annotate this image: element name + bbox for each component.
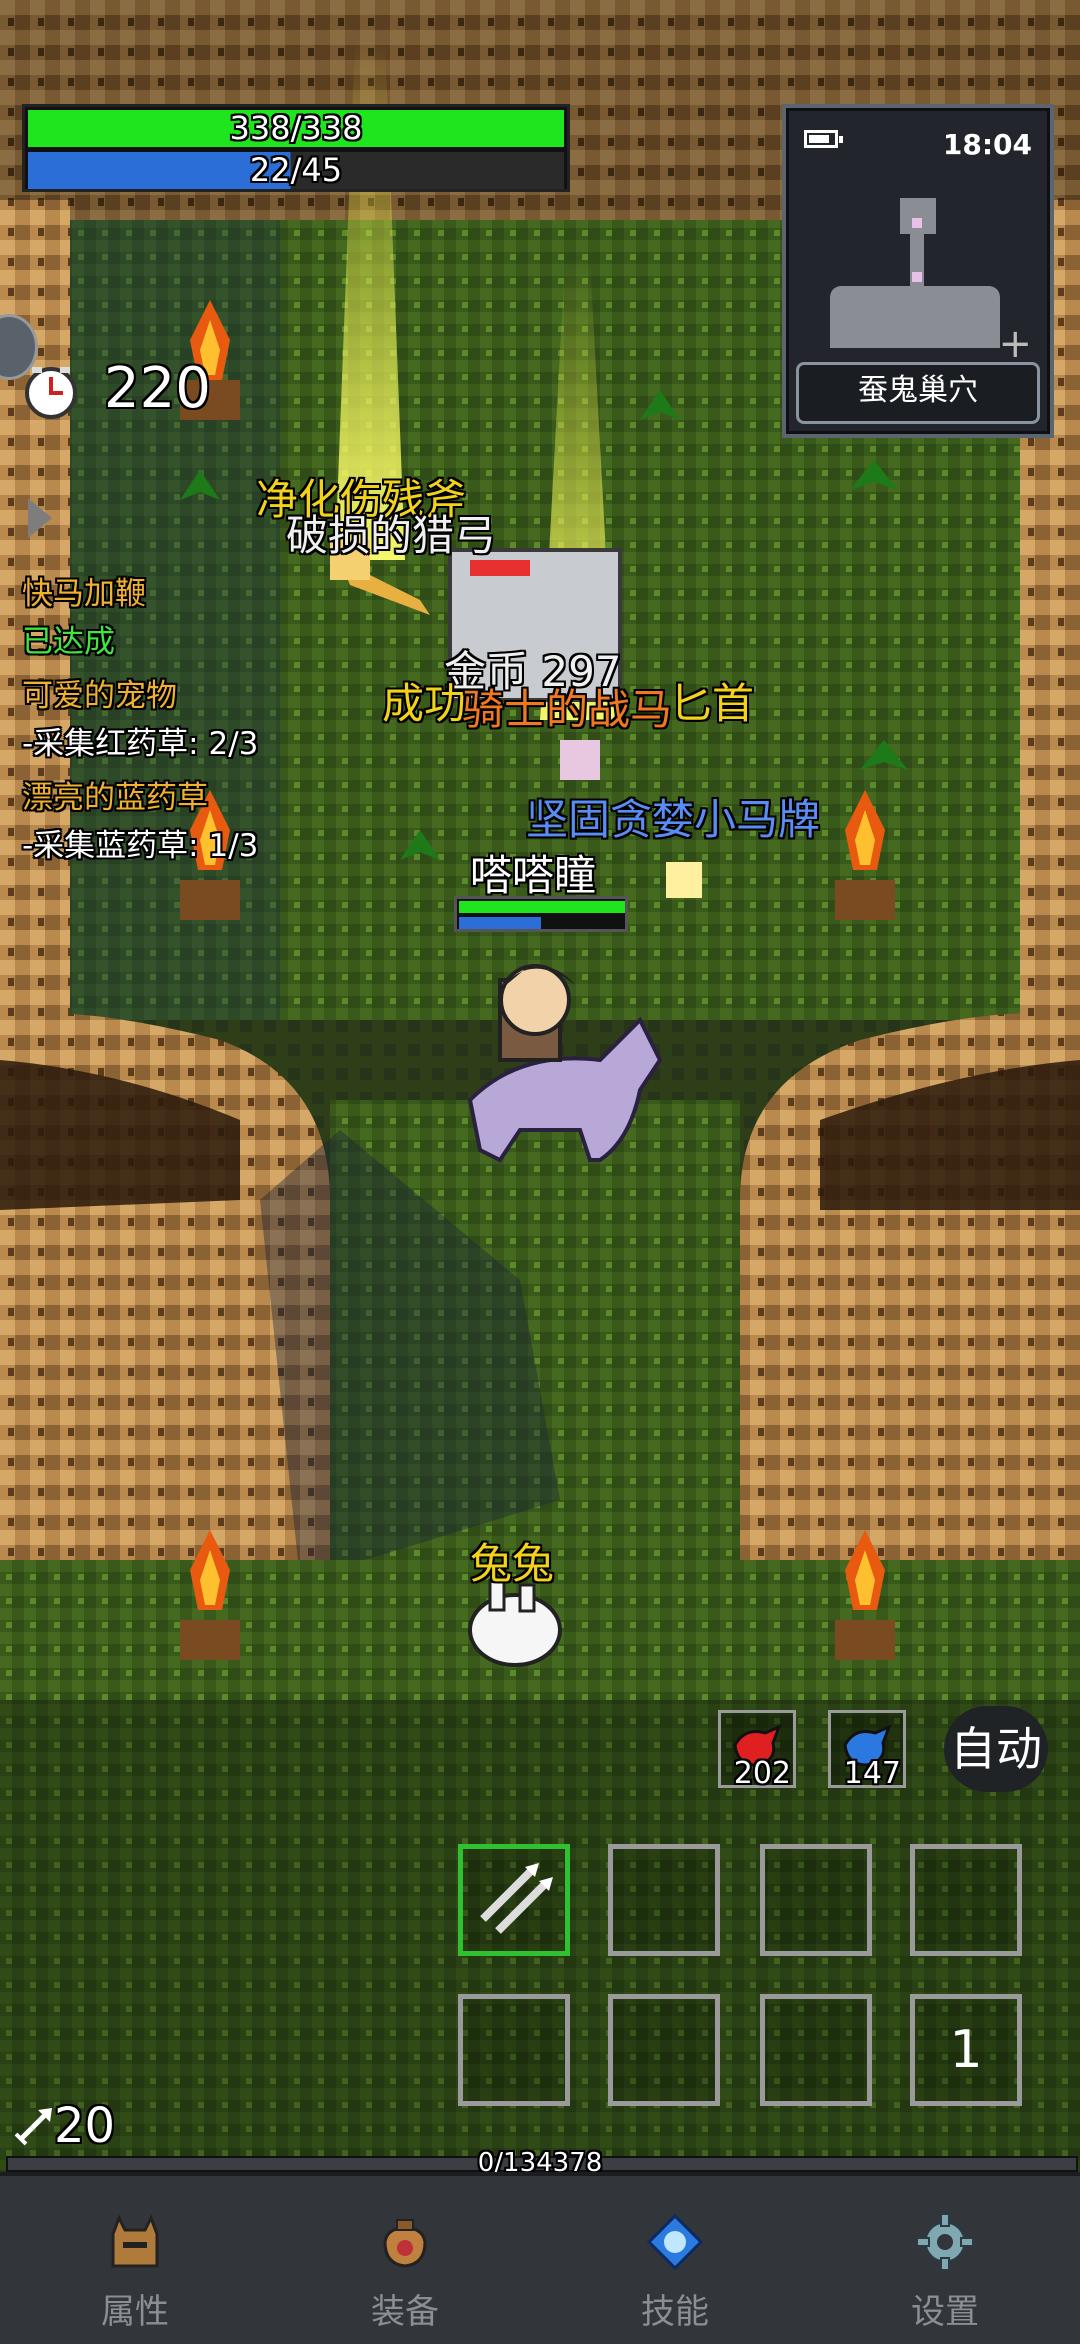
blue-potion-count: 147	[843, 1756, 901, 1791]
quest-title: 漂亮的蓝药草	[22, 780, 208, 816]
arrow-count: 20	[54, 2098, 116, 2154]
location-name: 蚕鬼巢穴	[796, 362, 1040, 424]
pet-name: 兔兔	[470, 1539, 555, 1588]
bag-icon	[383, 2219, 427, 2268]
clock-time: 18:04	[942, 128, 1032, 161]
nav-label: 属性	[101, 2292, 169, 2332]
nav-label: 技能	[641, 2292, 709, 2332]
mp-text: 22/45	[249, 151, 343, 189]
red-potion-slot[interactable]: 202	[718, 1710, 796, 1791]
gear-icon	[916, 2213, 974, 2271]
nav-skills[interactable]: 技能	[540, 2176, 810, 2344]
red-potion-count: 202	[733, 1756, 791, 1791]
mp-bar: 22/45	[28, 152, 564, 189]
player-name: 嗒嗒瞳	[470, 851, 597, 900]
clock-icon	[22, 362, 80, 420]
quest-tracker[interactable]: 快马加鞭 已达成 可爱的宠物 -采集红药草: 2/3 漂亮的蓝药草 -采集蓝药草…	[22, 570, 342, 870]
blue-potion-slot[interactable]: 147	[828, 1710, 906, 1791]
crystal-icon	[646, 2213, 704, 2271]
nav-label: 设置	[911, 2292, 979, 2332]
skill-slot-1[interactable]	[458, 1844, 570, 1956]
nav-equipment[interactable]: 装备	[270, 2176, 540, 2344]
nav-label: 装备	[371, 2292, 439, 2332]
minimap-layout	[830, 198, 1000, 348]
auto-button[interactable]: 自动	[944, 1706, 1048, 1792]
nav-settings[interactable]: 设置	[810, 2176, 1080, 2344]
loot-label: 坚固贪婪小马牌	[526, 795, 821, 844]
skill-slot-6[interactable]	[608, 1994, 720, 2106]
loot-label: 骑士的战马	[462, 685, 673, 734]
loot-label: 破损的猎弓	[286, 511, 497, 560]
skill-slot-3[interactable]	[760, 1844, 872, 1956]
minimap[interactable]: 18:04 + 蚕鬼巢穴	[782, 104, 1054, 438]
nav-attributes[interactable]: 属性	[0, 2176, 270, 2344]
quest-status: 已达成	[22, 624, 115, 660]
helmet-icon	[111, 2214, 159, 2268]
expand-arrow-icon[interactable]	[28, 498, 52, 538]
skill-page-button[interactable]: 1	[910, 1994, 1022, 2106]
loot-label: 匕首	[670, 679, 755, 728]
zoom-plus-icon[interactable]: +	[998, 324, 1032, 364]
quest-title: 可爱的宠物	[22, 678, 177, 714]
skill-slot-7[interactable]	[760, 1994, 872, 2106]
hp-text: 338/338	[229, 109, 363, 147]
skill-slot-5[interactable]	[458, 1994, 570, 2106]
quest-status: -采集蓝药草: 1/3	[22, 828, 259, 864]
arrow-ammo-icon	[12, 2104, 56, 2148]
success-label: 成功	[382, 679, 467, 728]
battery-icon	[804, 130, 843, 148]
status-bars: 338/338 22/45	[22, 104, 570, 192]
quest-title: 快马加鞭	[22, 576, 146, 612]
quest-status: -采集红药草: 2/3	[22, 726, 259, 762]
bottom-nav: 属性 装备 技能 设置	[0, 2172, 1080, 2344]
skill-slot-2[interactable]	[608, 1844, 720, 1956]
arrow-skill-icon	[480, 1863, 553, 1934]
player-bars	[454, 896, 628, 932]
skill-slot-4[interactable]	[910, 1844, 1022, 1956]
hp-bar: 338/338	[28, 110, 564, 147]
timer-value: 220	[104, 356, 211, 421]
